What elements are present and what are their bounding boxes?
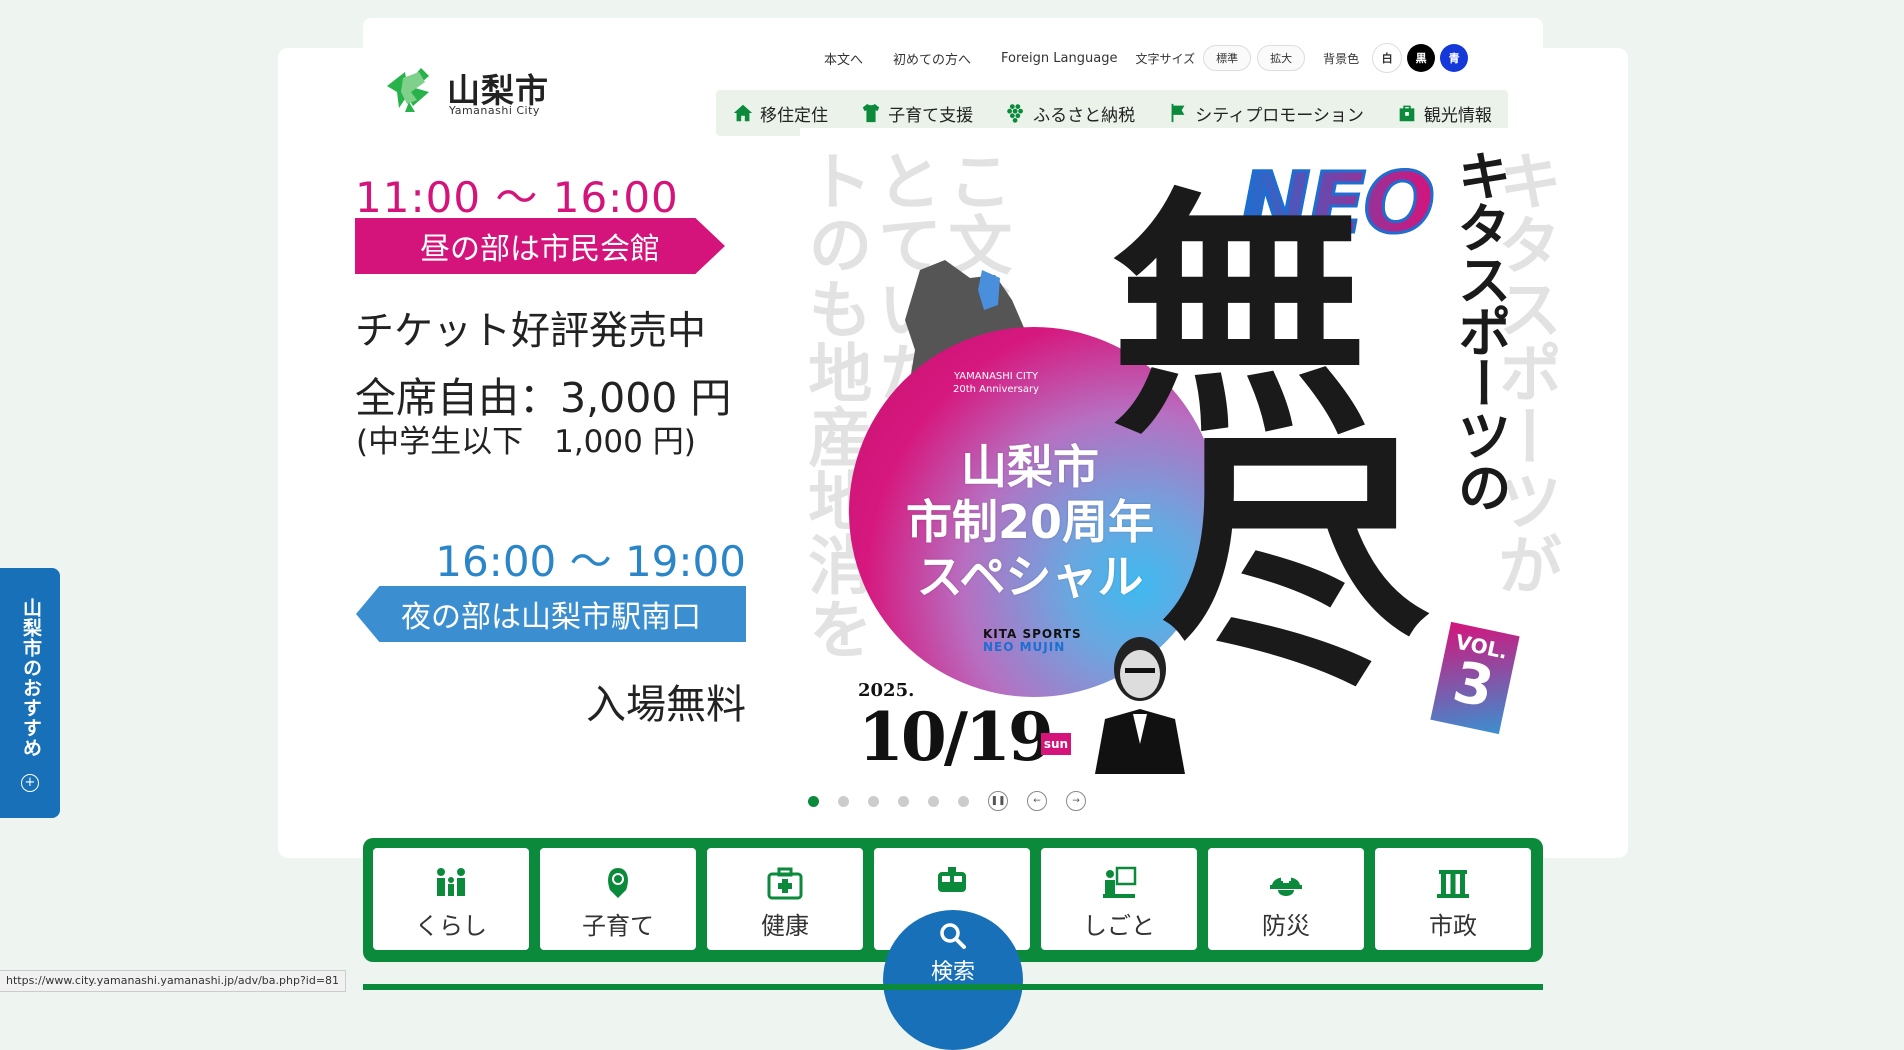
- nav-label: 観光情報: [1423, 105, 1492, 126]
- side-tab-label: 山梨市のおすすめ: [20, 598, 42, 758]
- ticket-price: 全席自由：3,000 円: [355, 374, 732, 422]
- bg-white-button[interactable]: 白: [1372, 43, 1403, 73]
- bg-color-label: 背景色: [1323, 51, 1360, 66]
- clothes-icon: [862, 103, 880, 123]
- city-hall-icon: [1437, 870, 1469, 898]
- bg-chars-1: トのも地産地消を: [800, 148, 872, 660]
- poster-kanji-jin: 尽: [1160, 404, 1430, 722]
- carousel-dot[interactable]: [958, 795, 969, 807]
- category-city-government[interactable]: 市政: [1375, 848, 1531, 950]
- carousel-controls: ❚❚ ← →: [808, 791, 1105, 811]
- nav-item-tourism[interactable]: 観光情報: [1396, 101, 1492, 126]
- search-button[interactable]: 検索: [883, 910, 1023, 1050]
- flag-icon: [1171, 103, 1185, 123]
- search-icon: [940, 923, 966, 949]
- category-life[interactable]: くらし: [373, 848, 529, 950]
- free-admission: 入場無料: [586, 682, 746, 728]
- poster-date-dow: sun: [1041, 733, 1071, 755]
- house-icon: [733, 104, 753, 122]
- carousel-dot[interactable]: [898, 795, 909, 807]
- bg-blue-button[interactable]: 青: [1440, 44, 1469, 72]
- prev-arrow-icon[interactable]: ←: [1027, 791, 1047, 811]
- night-banner-label: 夜の部は山梨市駅南口: [401, 600, 701, 635]
- logo-mark-icon: [387, 68, 429, 112]
- plus-icon: +: [21, 774, 39, 792]
- nav-item-furusato[interactable]: ふるさと納税: [1005, 101, 1135, 126]
- train-icon: [938, 867, 966, 892]
- poster-date: 10/19: [858, 698, 1054, 776]
- poster-volume-badge: VOL. 3: [1430, 621, 1520, 735]
- category-label: 市政: [1429, 912, 1477, 940]
- nav-label: 子育て支援: [888, 105, 974, 126]
- font-standard-button[interactable]: 標準: [1203, 45, 1252, 71]
- medical-kit-icon: [767, 867, 803, 900]
- logo-name-en: Yamanashi City: [449, 104, 540, 117]
- foreign-language-link[interactable]: Foreign Language: [1001, 51, 1117, 66]
- category-label: 健康: [761, 912, 809, 940]
- category-childcare[interactable]: 子育て: [540, 848, 696, 950]
- category-label: くらし: [415, 912, 487, 940]
- grapes-icon: [1007, 104, 1024, 123]
- night-time: 16:00 〜 19:00: [435, 537, 746, 586]
- site-logo[interactable]: 山梨市 Yamanashi City: [385, 62, 575, 122]
- day-time: 11:00 〜 16:00: [355, 173, 679, 222]
- carousel-dot[interactable]: [928, 795, 939, 807]
- poster-vertical-title: キタスポーツの: [1448, 148, 1511, 512]
- recommend-side-tab[interactable]: 山梨市のおすすめ +: [0, 568, 60, 818]
- city-tag: YAMANASHI CITY: [953, 371, 1039, 382]
- circle-title-line3: スペシャル: [916, 550, 1144, 605]
- category-disaster[interactable]: 防災: [1208, 848, 1364, 950]
- next-arrow-icon[interactable]: →: [1066, 791, 1086, 811]
- carousel-dot[interactable]: [838, 795, 849, 807]
- poster-neo-tag: KITA SPORTS NEO MUJIN: [983, 627, 1082, 655]
- skip-to-content-link[interactable]: 本文へ: [824, 49, 863, 68]
- search-label: 検索: [930, 960, 975, 985]
- category-label: 防災: [1262, 912, 1310, 940]
- helmet-icon: [1270, 875, 1302, 896]
- ticket-status: チケット好評発売中: [355, 309, 707, 354]
- portrait-illustration: [1095, 637, 1185, 774]
- category-work[interactable]: しごと: [1041, 848, 1197, 950]
- nav-label: シティプロモーション: [1195, 105, 1364, 126]
- nav-label: ふるさと納税: [1033, 105, 1136, 126]
- category-health[interactable]: 健康: [707, 848, 863, 950]
- font-size-label: 文字サイズ: [1135, 51, 1196, 66]
- baby-icon: [608, 868, 628, 898]
- ticket-price-sub: (中学生以下 1,000 円): [356, 424, 696, 460]
- first-time-link[interactable]: 初めての方へ: [893, 49, 971, 68]
- anniversary-tag: 20th Anniversary: [953, 384, 1040, 395]
- day-banner-label: 昼の部は市民会館: [420, 232, 660, 267]
- category-label: しごと: [1083, 912, 1155, 940]
- carousel-dot[interactable]: [868, 795, 879, 807]
- night-banner: 夜の部は山梨市駅南口: [356, 586, 746, 642]
- day-banner: 昼の部は市民会館: [355, 218, 725, 274]
- nav-item-city-promotion[interactable]: シティプロモーション: [1167, 101, 1364, 126]
- nav-item-relocation[interactable]: 移住定住: [732, 101, 828, 126]
- bag-icon: [1399, 105, 1415, 122]
- family-icon: [437, 868, 465, 896]
- category-label: 子育て: [582, 912, 654, 940]
- nav-label: 移住定住: [760, 105, 829, 126]
- bottom-green-line: [363, 984, 1543, 990]
- hero-poster[interactable]: トのも地産地消を とていた こ文化 キタスポーツが YAMANASHI CITY…: [800, 128, 1570, 778]
- carousel-dot[interactable]: [808, 795, 819, 807]
- neo-tag-line2: NEO MUJIN: [983, 640, 1066, 655]
- poster-city-tag: YAMANASHI CITY 20th Anniversary: [953, 370, 1039, 396]
- bg-black-button[interactable]: 黒: [1407, 44, 1436, 72]
- browser-status-url: https://www.city.yamanashi.yamanashi.jp/…: [0, 970, 347, 992]
- nav-item-childcare[interactable]: 子育て支援: [860, 101, 973, 126]
- work-icon: [1103, 866, 1137, 898]
- pause-icon[interactable]: ❚❚: [988, 791, 1008, 811]
- hero-info: 11:00 〜 16:00 昼の部は市民会館 チケット好評発売中 全席自由：3,…: [350, 160, 750, 730]
- utility-bar: 本文へ 初めての方へ Foreign Language 文字サイズ 標準 拡大 …: [824, 43, 1469, 73]
- circle-title-line2: 市制20周年: [905, 495, 1154, 550]
- font-large-button[interactable]: 拡大: [1257, 45, 1306, 71]
